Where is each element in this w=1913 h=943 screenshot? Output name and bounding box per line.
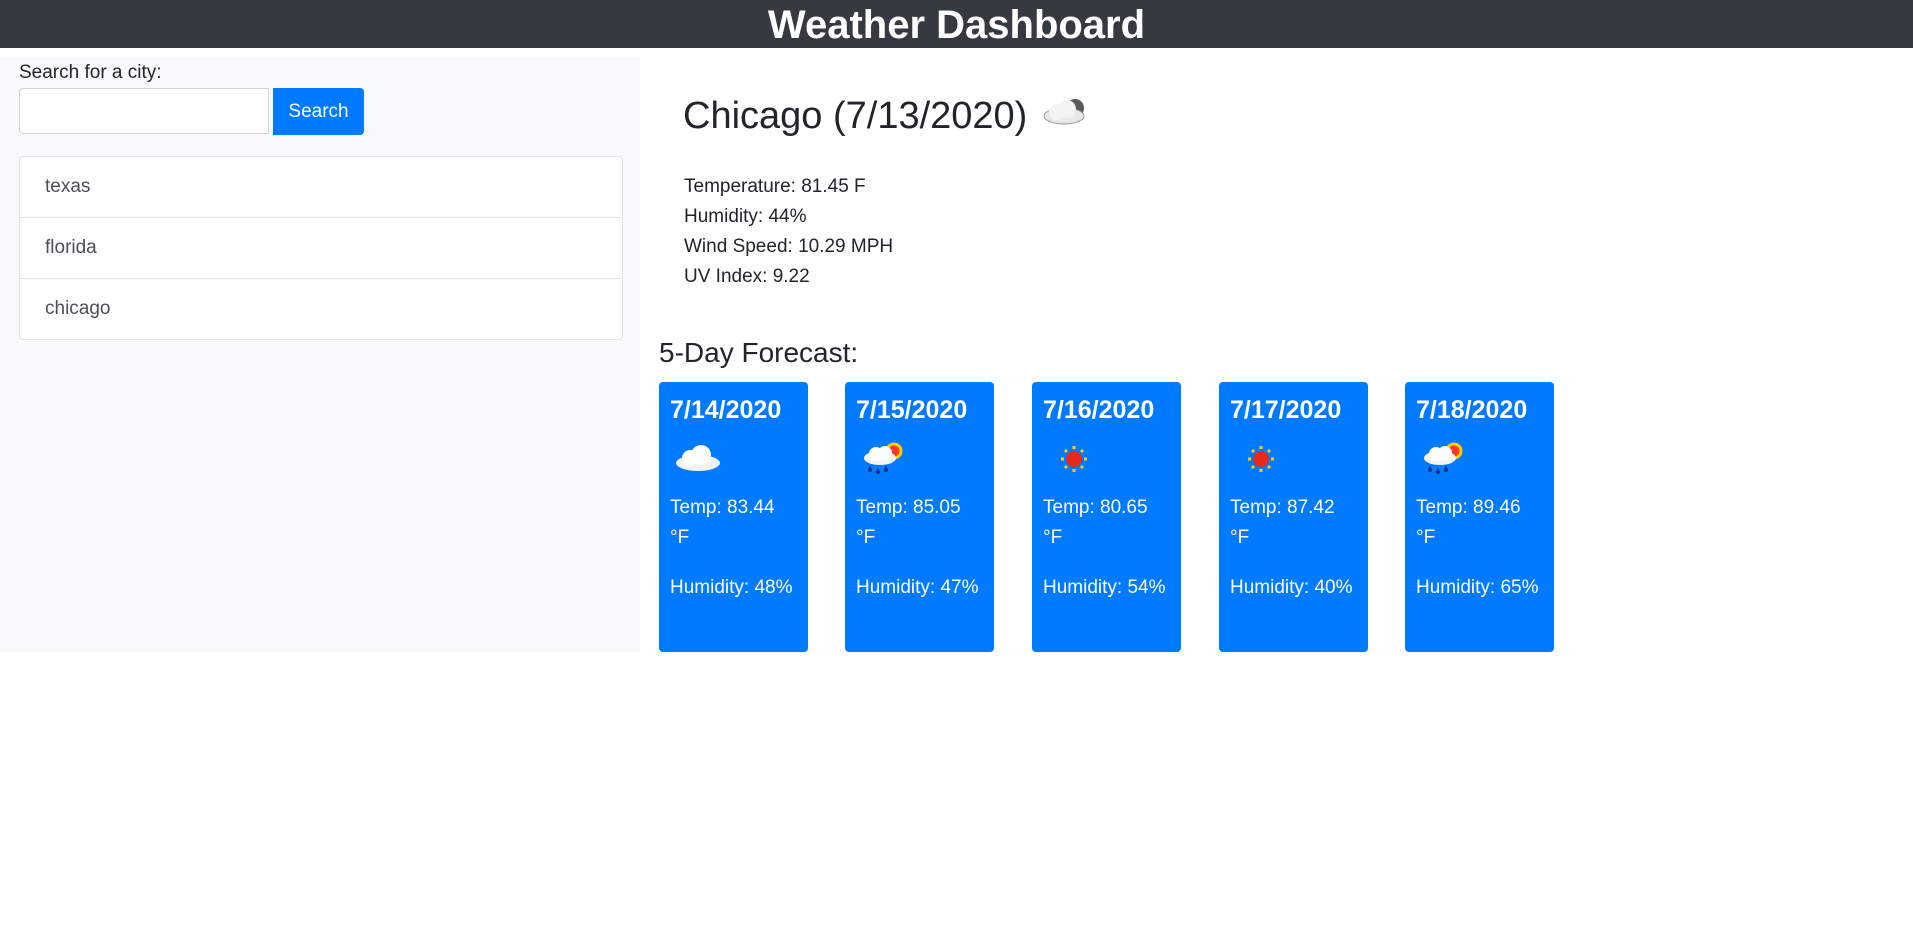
forecast-temp: Temp: 89.46 °F	[1416, 497, 1521, 548]
forecast-temp: Temp: 80.65 °F	[1043, 497, 1148, 548]
history-item-chicago[interactable]: chicago	[20, 279, 622, 339]
current-uv-index: UV Index: 9.22	[684, 266, 810, 287]
forecast-humidity: Humidity: 65%	[1416, 577, 1539, 598]
forecast-date: 7/16/2020	[1043, 396, 1155, 424]
rain-sun-icon	[856, 439, 916, 479]
current-weather-stats: Temperature: 81.45 F Humidity: 44% Wind …	[684, 172, 893, 292]
current-weather-title: Chicago (7/13/2020)	[683, 94, 1093, 138]
forecast-date: 7/15/2020	[856, 396, 968, 424]
forecast-date: 7/18/2020	[1416, 396, 1528, 424]
forecast-temp: Temp: 85.05 °F	[856, 497, 961, 548]
sun-icon	[1230, 439, 1290, 479]
forecast-date: 7/17/2020	[1230, 396, 1342, 424]
current-humidity: Humidity: 44%	[684, 206, 807, 227]
forecast-card: 7/15/2020 Temp: 85.05 °F Humidity: 47%	[845, 382, 994, 652]
forecast-humidity: Humidity: 48%	[670, 577, 793, 598]
rain-sun-icon	[1416, 439, 1476, 479]
current-wind-speed: Wind Speed: 10.29 MPH	[684, 236, 894, 257]
search-input[interactable]	[19, 88, 269, 134]
search-button[interactable]: Search	[273, 88, 364, 135]
forecast-card: 7/18/2020 Temp: 89.46 °F Humidity: 65%	[1405, 382, 1554, 652]
sun-icon	[1043, 439, 1103, 479]
search-history-list: texas florida chicago	[19, 156, 623, 340]
forecast-date: 7/14/2020	[670, 396, 782, 424]
page-title: Weather Dashboard	[767, 3, 1146, 47]
forecast-card: 7/17/2020 Temp: 87.42 °F Humidity: 40%	[1219, 382, 1368, 652]
sidebar	[0, 58, 640, 652]
page-header: Weather Dashboard	[0, 0, 1913, 48]
forecast-temp: Temp: 87.42 °F	[1230, 497, 1335, 548]
forecast-card: 7/14/2020 Temp: 83.44 °F Humidity: 48%	[659, 382, 808, 652]
history-item-florida[interactable]: florida	[20, 218, 622, 279]
forecast-temp: Temp: 83.44 °F	[670, 497, 775, 548]
current-temperature: Temperature: 81.45 F	[684, 176, 866, 197]
history-item-texas[interactable]: texas	[20, 157, 622, 218]
forecast-card: 7/16/2020 Temp: 80.65 °F Humidity: 54%	[1032, 382, 1181, 652]
forecast-humidity: Humidity: 40%	[1230, 577, 1353, 598]
cloud-icon	[1039, 94, 1093, 138]
forecast-humidity: Humidity: 47%	[856, 577, 979, 598]
current-city-date: Chicago (7/13/2020)	[683, 94, 1028, 137]
cloud-icon	[670, 439, 730, 479]
forecast-heading: 5-Day Forecast:	[659, 337, 859, 368]
search-label: Search for a city:	[19, 62, 162, 83]
forecast-humidity: Humidity: 54%	[1043, 577, 1166, 598]
